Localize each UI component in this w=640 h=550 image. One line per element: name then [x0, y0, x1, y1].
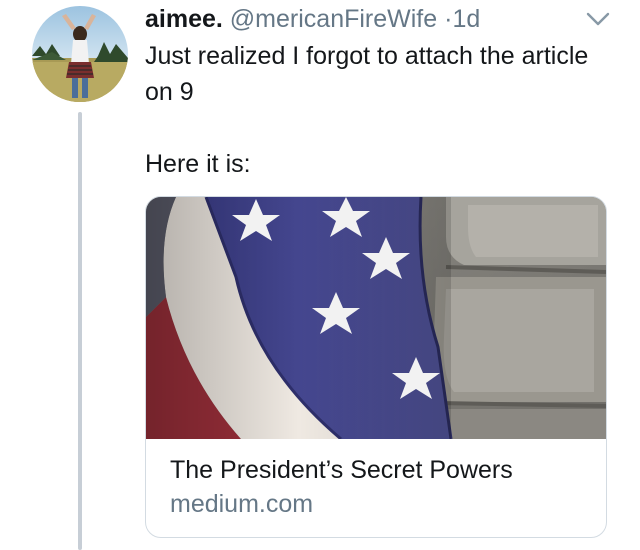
tweet-text: Just realized I forgot to attach the art…	[145, 38, 615, 182]
avatar-image	[32, 6, 128, 102]
tweet-menu-button[interactable]	[584, 8, 612, 30]
chevron-down-icon	[586, 12, 610, 26]
link-card-image	[146, 197, 606, 439]
tweet-text-line: Here it is:	[145, 150, 251, 178]
tweet-header: aimee. @mericanFireWife ·1d	[145, 2, 480, 36]
link-card-domain: medium.com	[170, 490, 314, 518]
link-card-body: The President’s Secret Powers medium.com	[170, 453, 513, 521]
link-card-title: The President’s Secret Powers	[170, 456, 513, 484]
tweet-timestamp[interactable]: 1d	[452, 5, 480, 33]
tweet: aimee. @mericanFireWife ·1d Just realize…	[0, 0, 640, 550]
author-name[interactable]: aimee.	[145, 5, 223, 33]
author-handle[interactable]: @mericanFireWife	[230, 5, 437, 33]
tweet-text-line: Just realized I forgot to attach the art…	[145, 42, 589, 106]
thread-line	[78, 112, 82, 550]
avatar[interactable]	[32, 6, 128, 102]
link-card[interactable]: The President’s Secret Powers medium.com	[145, 196, 607, 538]
